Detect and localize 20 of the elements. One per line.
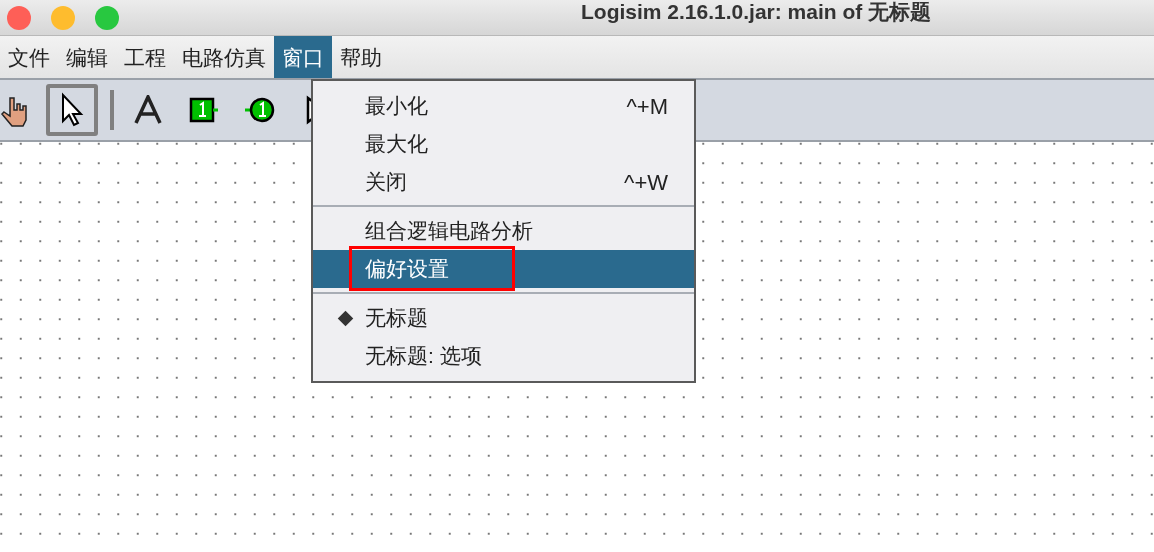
input-pin-icon — [189, 96, 219, 124]
shortcut-label: ^+W — [624, 168, 668, 197]
menu-item[interactable]: 文件 — [0, 36, 58, 78]
menu-item[interactable]: 最大化 — [313, 125, 694, 163]
menu-item[interactable]: 编辑 — [58, 36, 116, 78]
menu-item[interactable]: 关闭 ^+W — [313, 163, 694, 201]
pointer-icon — [60, 92, 84, 128]
text-tool-icon — [133, 95, 163, 125]
menu-item[interactable]: 帮助 — [332, 36, 390, 78]
output-pin-icon — [244, 96, 276, 124]
menu-item[interactable]: 电路仿真 — [174, 36, 274, 78]
tool-button[interactable] — [46, 84, 98, 136]
menu-item[interactable]: 最小化 ^+M — [313, 87, 694, 125]
menu-item[interactable]: 窗口 — [274, 36, 332, 78]
window-title: Logisim 2.16.1.0.jar: main of 无标题 — [581, 0, 932, 25]
menu-item[interactable]: 无标题: 选项 — [313, 337, 694, 375]
menu-item[interactable]: 组合逻辑电路分析 — [313, 212, 694, 250]
menu-item[interactable]: 工程 — [116, 36, 174, 78]
shortcut-label: ^+M — [626, 92, 668, 121]
menu-item[interactable]: 无标题 — [313, 299, 694, 337]
